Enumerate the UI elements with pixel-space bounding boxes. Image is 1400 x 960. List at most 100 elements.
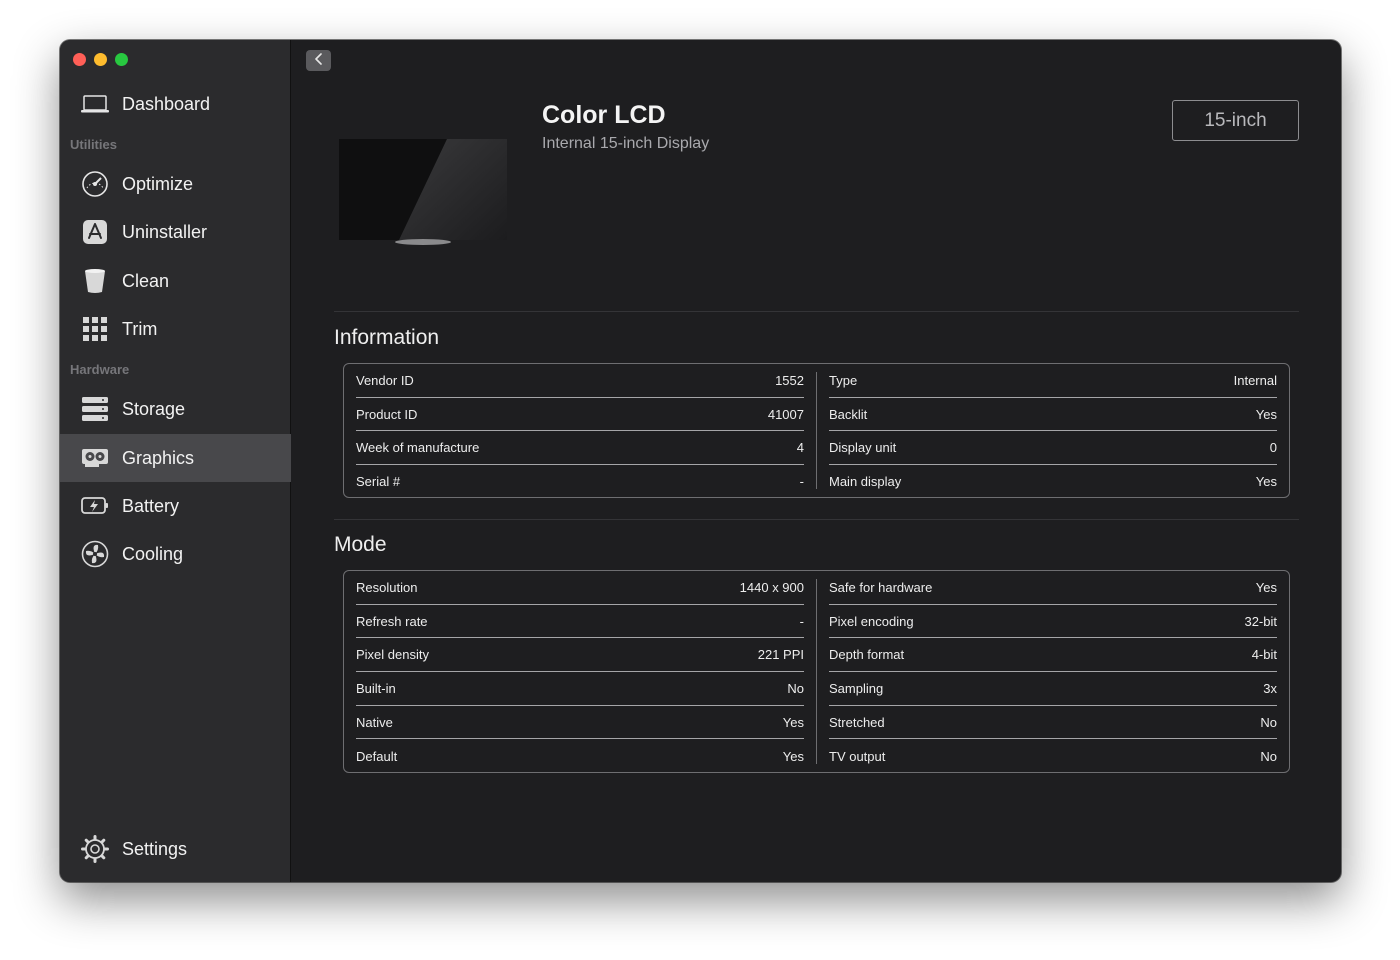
trash-bin-icon	[80, 266, 110, 296]
back-button[interactable]	[306, 50, 331, 71]
row-value: Internal	[1233, 372, 1277, 388]
section-label-hardware: Hardware	[70, 362, 130, 377]
info-row: Product ID 41007	[356, 398, 804, 432]
row-value: 41007	[767, 406, 804, 422]
row-value: Yes	[782, 748, 804, 764]
mode-row: Pixel encoding 32-bit	[829, 605, 1277, 639]
row-label: Resolution	[356, 579, 418, 595]
mode-row: Depth format 4-bit	[829, 638, 1277, 673]
sidebar-item-storage[interactable]: Storage	[60, 385, 291, 433]
mode-row: Native Yes	[356, 706, 804, 740]
row-value: No	[787, 680, 804, 696]
zoom-window-button[interactable]	[115, 53, 128, 66]
gear-icon	[80, 834, 110, 864]
row-label: Depth format	[829, 647, 905, 663]
sidebar-item-cooling[interactable]: Cooling	[60, 530, 291, 578]
mode-right-column: Safe for hardware Yes Pixel encoding 32-bi…	[817, 571, 1289, 772]
info-row: Main display Yes	[829, 465, 1277, 499]
info-row: Serial # -	[356, 465, 804, 499]
main-content: Color LCD Internal 15-inch Display 15-in…	[291, 40, 1341, 882]
information-right-column: Type Internal Backlit Yes Display unit 0 Ma…	[817, 364, 1289, 497]
mode-row: Default Yes	[356, 739, 804, 773]
sidebar-item-label: Optimize	[122, 173, 194, 194]
row-value: Yes	[1255, 579, 1277, 595]
row-value: Yes	[1255, 406, 1277, 422]
mode-section-title: Mode	[334, 533, 387, 556]
speedometer-icon	[80, 169, 110, 199]
sidebar-item-clean[interactable]: Clean	[60, 257, 291, 305]
close-window-button[interactable]	[73, 53, 86, 66]
row-label: Native	[356, 714, 393, 730]
row-label: Week of manufacture	[356, 440, 480, 456]
sidebar-item-uninstaller[interactable]: Uninstaller	[60, 208, 291, 256]
info-row: Type Internal	[829, 364, 1277, 398]
sidebar-item-label: Clean	[122, 270, 170, 291]
divider	[334, 311, 1299, 312]
row-value: 32-bit	[1244, 613, 1277, 629]
sidebar-item-label: Storage	[122, 398, 186, 419]
row-label: Serial #	[356, 474, 401, 490]
info-row: Display unit 0	[829, 431, 1277, 466]
row-value: No	[1260, 748, 1277, 764]
sidebar-item-label: Cooling	[122, 543, 184, 564]
row-label: Vendor ID	[356, 372, 414, 388]
mode-row: Safe for hardware Yes	[829, 571, 1277, 605]
info-row: Vendor ID 1552	[356, 364, 804, 398]
information-section-title: Information	[334, 326, 440, 349]
window-controls	[73, 53, 128, 66]
row-value: No	[1260, 714, 1277, 730]
mode-row: Refresh rate -	[356, 605, 804, 639]
app-window: Dashboard Utilities Optimize Uninstaller…	[60, 40, 1341, 882]
row-value: -	[799, 613, 804, 629]
page-subtitle: Internal 15-inch Display	[542, 135, 710, 152]
sidebar-item-label: Uninstaller	[122, 221, 208, 242]
row-label: Pixel density	[356, 647, 429, 663]
mode-row: Built-in No	[356, 672, 804, 706]
row-label: Backlit	[829, 406, 868, 422]
row-value: Yes	[782, 714, 804, 730]
row-value: 1440 x 900	[739, 579, 804, 595]
row-label: Refresh rate	[356, 613, 428, 629]
display-illustration	[339, 139, 507, 245]
sidebar-item-graphics[interactable]: Graphics	[60, 434, 291, 482]
row-value: 3x	[1263, 680, 1277, 696]
sidebar-item-label: Settings	[122, 838, 188, 859]
info-row: Week of manufacture 4	[356, 431, 804, 466]
sidebar-item-settings[interactable]: Settings	[60, 825, 291, 873]
sidebar-item-optimize[interactable]: Optimize	[60, 160, 291, 208]
app-store-icon	[80, 217, 110, 247]
row-label: Type	[829, 372, 858, 388]
page-title: Color LCD	[542, 101, 666, 129]
info-row: Backlit Yes	[829, 398, 1277, 432]
grid-icon	[80, 314, 110, 344]
row-label: Display unit	[829, 440, 897, 456]
sidebar-item-battery[interactable]: Battery	[60, 482, 291, 530]
row-label: Safe for hardware	[829, 579, 933, 595]
sidebar-item-dashboard[interactable]: Dashboard	[60, 80, 291, 128]
row-label: TV output	[829, 748, 886, 764]
row-label: Stretched	[829, 714, 885, 730]
sidebar-item-label: Graphics	[122, 447, 195, 468]
row-label: Built-in	[356, 680, 396, 696]
minimize-window-button[interactable]	[94, 53, 107, 66]
row-value: Yes	[1255, 474, 1277, 490]
server-icon	[80, 394, 110, 424]
row-label: Pixel encoding	[829, 613, 914, 629]
row-value: 1552	[775, 372, 804, 388]
row-value: 0	[1269, 440, 1277, 456]
mode-row: Stretched No	[829, 706, 1277, 740]
laptop-icon	[80, 89, 110, 119]
row-label: Default	[356, 748, 398, 764]
information-panel: Vendor ID 1552 Product ID 41007 Week of ma…	[343, 363, 1290, 498]
row-value: 4	[796, 440, 804, 456]
information-left-column: Vendor ID 1552 Product ID 41007 Week of ma…	[344, 364, 816, 497]
sidebar-item-label: Battery	[122, 495, 180, 516]
mode-row: Resolution 1440 x 900	[356, 571, 804, 605]
battery-icon	[80, 491, 110, 521]
row-label: Sampling	[829, 680, 884, 696]
mode-row: Sampling 3x	[829, 672, 1277, 706]
divider	[334, 519, 1299, 520]
graphics-card-icon	[80, 443, 110, 473]
sidebar-item-trim[interactable]: Trim	[60, 305, 291, 353]
display-size-button[interactable]: 15-inch	[1172, 100, 1299, 141]
